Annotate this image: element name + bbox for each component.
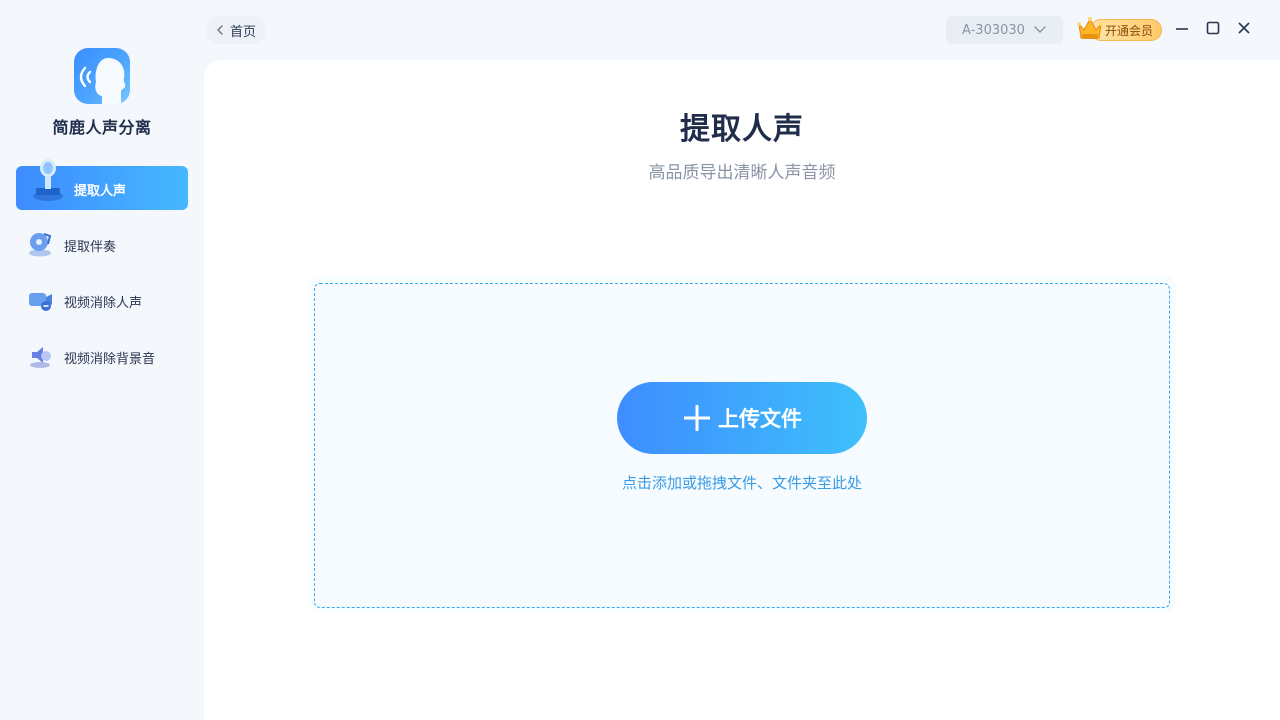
- sidebar-item-label: 提取人声: [74, 184, 127, 199]
- account-id: A-303030: [962, 22, 1025, 38]
- speaker-icon: [30, 347, 51, 368]
- app-name: 简鹿人声分离: [52, 118, 152, 137]
- app-logo: [74, 48, 130, 104]
- back-label: 首页: [230, 24, 257, 40]
- page-title: 提取人声: [680, 112, 804, 147]
- upload-file-button[interactable]: 上传文件: [617, 382, 867, 454]
- sidebar-item-extract-accompaniment[interactable]: 提取伴奏: [16, 222, 188, 266]
- sidebar-item-video-remove-vocals[interactable]: 视频消除人声: [16, 278, 188, 322]
- chevron-left-icon: [217, 25, 223, 35]
- page-subtitle: 高品质导出清晰人声音频: [648, 163, 836, 183]
- dropzone-hint: 点击添加或拖拽文件、文件夹至此处: [621, 474, 862, 492]
- upload-label: 上传文件: [718, 407, 802, 431]
- microphone-icon: [33, 159, 63, 201]
- voice-head-icon: [79, 58, 126, 104]
- maximize-icon[interactable]: [1205, 20, 1221, 36]
- music-disc-icon: [29, 233, 52, 257]
- sidebar-item-extract-vocals[interactable]: 提取人声: [16, 159, 188, 210]
- account-dropdown[interactable]: A-303030: [946, 16, 1063, 44]
- back-home-button[interactable]: 首页: [206, 16, 267, 44]
- close-icon[interactable]: [1236, 20, 1252, 36]
- sidebar-item-label: 提取伴奏: [64, 240, 117, 255]
- sidebar-nav: 提取人声 提取伴奏 视频消除人声 视频消除背景音: [16, 159, 188, 390]
- sidebar: 简鹿人声分离 提取人声 提取伴奏 视频消除人声 视频消除背景音: [0, 0, 204, 720]
- chevron-down-icon: [1034, 26, 1046, 33]
- sidebar-item-label: 视频消除人声: [64, 296, 143, 311]
- vip-button[interactable]: 开通会员: [1076, 16, 1163, 44]
- vip-label: 开通会员: [1105, 23, 1154, 38]
- main-panel: 提取人声 高品质导出清晰人声音频 上传文件 点击添加或拖拽文件、文件夹至此处: [204, 60, 1280, 720]
- plus-icon: [684, 405, 710, 431]
- crown-icon: [1077, 17, 1103, 39]
- app-window: 简鹿人声分离 提取人声 提取伴奏 视频消除人声 视频消除背景音 首页 A-303…: [0, 0, 1280, 720]
- minimize-icon[interactable]: [1174, 20, 1190, 36]
- sidebar-item-label: 视频消除背景音: [64, 352, 156, 367]
- video-mute-icon: [29, 293, 52, 311]
- sidebar-item-video-remove-background[interactable]: 视频消除背景音: [16, 334, 188, 378]
